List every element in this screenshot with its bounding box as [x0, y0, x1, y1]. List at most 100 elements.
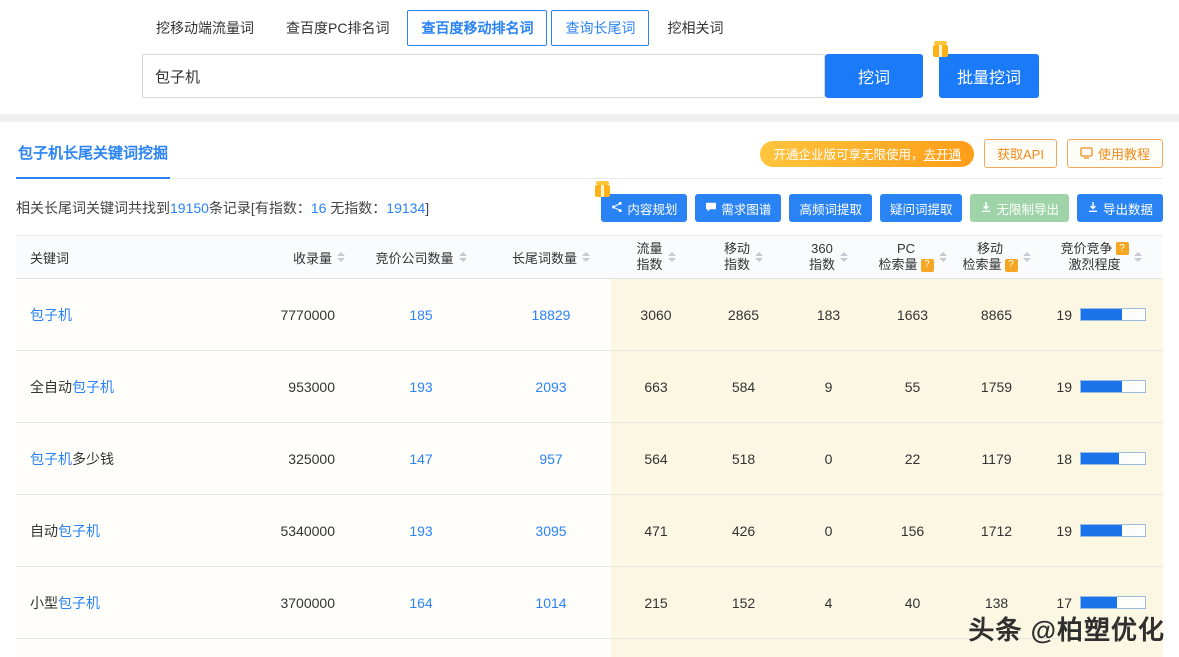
stats-row: 相关长尾词关键词共找到19150条记录[有指数：16 无指数：19134] 内容…	[16, 179, 1163, 235]
total-count: 19150	[170, 200, 209, 216]
banner-open-link[interactable]: 去开通	[924, 144, 962, 163]
action-buttons: 内容规划 需求图谱 高频词提取 疑问词提取 无限制导出 导出数据	[593, 194, 1163, 222]
bid-companies-link[interactable]: 193	[409, 523, 432, 539]
included-count: 325000	[256, 423, 351, 494]
pc-search-value: 156	[871, 495, 954, 566]
gift-icon	[933, 45, 948, 57]
sort-icon[interactable]	[459, 252, 467, 262]
demand-map-button[interactable]: 需求图谱	[695, 194, 781, 222]
col-flow-index[interactable]: 流量指数	[611, 236, 701, 278]
without-index-count: 19134	[386, 200, 425, 216]
included-count: 4640000	[256, 639, 351, 657]
keyword-link[interactable]: 自动包子机	[30, 521, 100, 541]
tutorial-button[interactable]: 使用教程	[1067, 139, 1163, 168]
360-index-value: 0	[786, 495, 871, 566]
get-api-button[interactable]: 获取API	[984, 139, 1057, 168]
included-count: 7770000	[256, 279, 351, 350]
col-included[interactable]: 收录量	[256, 236, 351, 278]
competition-bar	[1080, 308, 1146, 321]
batch-dig-button[interactable]: 批量挖词	[939, 54, 1039, 98]
keyword-input[interactable]	[142, 54, 825, 98]
content-plan-button[interactable]: 内容规划	[601, 194, 687, 222]
longtail-count-link[interactable]: 3095	[535, 523, 566, 539]
help-icon[interactable]: ?	[921, 259, 934, 272]
tab-longtail-query[interactable]: 查询长尾词	[551, 10, 649, 46]
included-count: 5340000	[256, 495, 351, 566]
longtail-count-link[interactable]: 2093	[535, 379, 566, 395]
col-bid-companies[interactable]: 竞价公司数量	[351, 236, 491, 278]
tab-baidu-pc-ranking[interactable]: 查百度PC排名词	[272, 10, 403, 46]
longtail-count-link[interactable]: 957	[539, 451, 562, 467]
bubble-icon	[705, 201, 717, 216]
col-360-index[interactable]: 360指数	[786, 236, 871, 278]
mobile-search-value: 1712	[954, 495, 1039, 566]
pc-search-value: 40	[871, 567, 954, 638]
keyword-link[interactable]: 全自动包子机	[30, 377, 114, 397]
bid-companies-link[interactable]: 185	[409, 307, 432, 323]
sort-icon[interactable]	[1023, 252, 1031, 262]
competition-cell: 19	[1039, 495, 1163, 566]
col-pc-search[interactable]: PC检索量?	[871, 236, 954, 278]
dig-words-button[interactable]: 挖词	[825, 54, 923, 98]
question-extract-button[interactable]: 疑问词提取	[880, 194, 963, 222]
360-index-value	[786, 639, 871, 657]
longtail-count-link[interactable]: 1014	[535, 595, 566, 611]
pc-search-value: 1663	[871, 279, 954, 350]
flow-index-value: 3060	[611, 279, 701, 350]
competition-cell: 19	[1039, 351, 1163, 422]
sort-icon[interactable]	[939, 252, 947, 262]
col-mobile-index[interactable]: 移动指数	[701, 236, 786, 278]
tab-baidu-mobile-ranking[interactable]: 查百度移动排名词	[407, 10, 547, 46]
flow-index-value: 215	[611, 567, 701, 638]
sort-icon[interactable]	[840, 252, 848, 262]
gift-icon	[595, 185, 610, 197]
competition-cell: 19	[1039, 279, 1163, 350]
competition-bar	[1080, 452, 1146, 465]
tab-related-words[interactable]: 挖相关词	[653, 10, 737, 46]
competition-bar	[1080, 596, 1146, 609]
bid-companies-link[interactable]: 147	[409, 451, 432, 467]
share-icon	[611, 201, 623, 216]
page-title: 包子机长尾关键词挖掘	[16, 136, 170, 179]
mobile-index-value	[701, 639, 786, 657]
highfreq-extract-button[interactable]: 高频词提取	[789, 194, 872, 222]
flow-index-value	[611, 639, 701, 657]
flow-index-value: 471	[611, 495, 701, 566]
download-icon	[1087, 201, 1099, 216]
download-icon	[980, 201, 992, 216]
competition-bar	[1080, 524, 1146, 537]
keyword-link[interactable]: 小型包子机	[30, 593, 100, 613]
keyword-link[interactable]: 包子机	[30, 305, 72, 325]
keyword-link[interactable]: 包子机多少钱	[30, 449, 114, 469]
mobile-search-value: 1179	[954, 423, 1039, 494]
col-competition[interactable]: 竞价竞争?激烈程度	[1039, 236, 1163, 278]
bid-companies-link[interactable]: 164	[409, 595, 432, 611]
upgrade-banner[interactable]: 开通企业版可享无限使用，去开通	[760, 141, 974, 167]
col-mobile-search[interactable]: 移动检索量?	[954, 236, 1039, 278]
flow-index-value: 663	[611, 351, 701, 422]
help-icon[interactable]: ?	[1116, 242, 1129, 255]
watermark: 头条 @柏塑优化	[968, 610, 1165, 647]
bid-companies-link[interactable]: 193	[409, 379, 432, 395]
export-data-button[interactable]: 导出数据	[1077, 194, 1163, 222]
longtail-panel: 包子机长尾关键词挖掘 开通企业版可享无限使用，去开通 获取API 使用教程 相关…	[0, 122, 1179, 657]
longtail-count-link[interactable]: 18829	[532, 307, 571, 323]
tab-mobile-traffic-words[interactable]: 挖移动端流量词	[142, 10, 268, 46]
top-search-bar: 挖移动端流量词 查百度PC排名词 查百度移动排名词 查询长尾词 挖相关词 挖词 …	[0, 0, 1179, 114]
mobile-index-value: 426	[701, 495, 786, 566]
sort-icon[interactable]	[1134, 252, 1142, 262]
360-index-value: 0	[786, 423, 871, 494]
sort-icon[interactable]	[668, 252, 676, 262]
sort-icon[interactable]	[337, 252, 345, 262]
unlimited-export-button[interactable]: 无限制导出	[970, 194, 1069, 222]
pc-search-value: 22	[871, 423, 954, 494]
batch-dig-label: 批量挖词	[957, 70, 1021, 87]
360-index-value: 183	[786, 279, 871, 350]
sort-icon[interactable]	[582, 252, 590, 262]
col-longtail-count[interactable]: 长尾词数量	[491, 236, 611, 278]
360-index-value: 9	[786, 351, 871, 422]
help-icon[interactable]: ?	[1005, 259, 1018, 272]
tutorial-label: 使用教程	[1098, 144, 1150, 163]
sort-icon[interactable]	[755, 252, 763, 262]
banner-text: 开通企业版可享无限使用，	[773, 144, 923, 163]
